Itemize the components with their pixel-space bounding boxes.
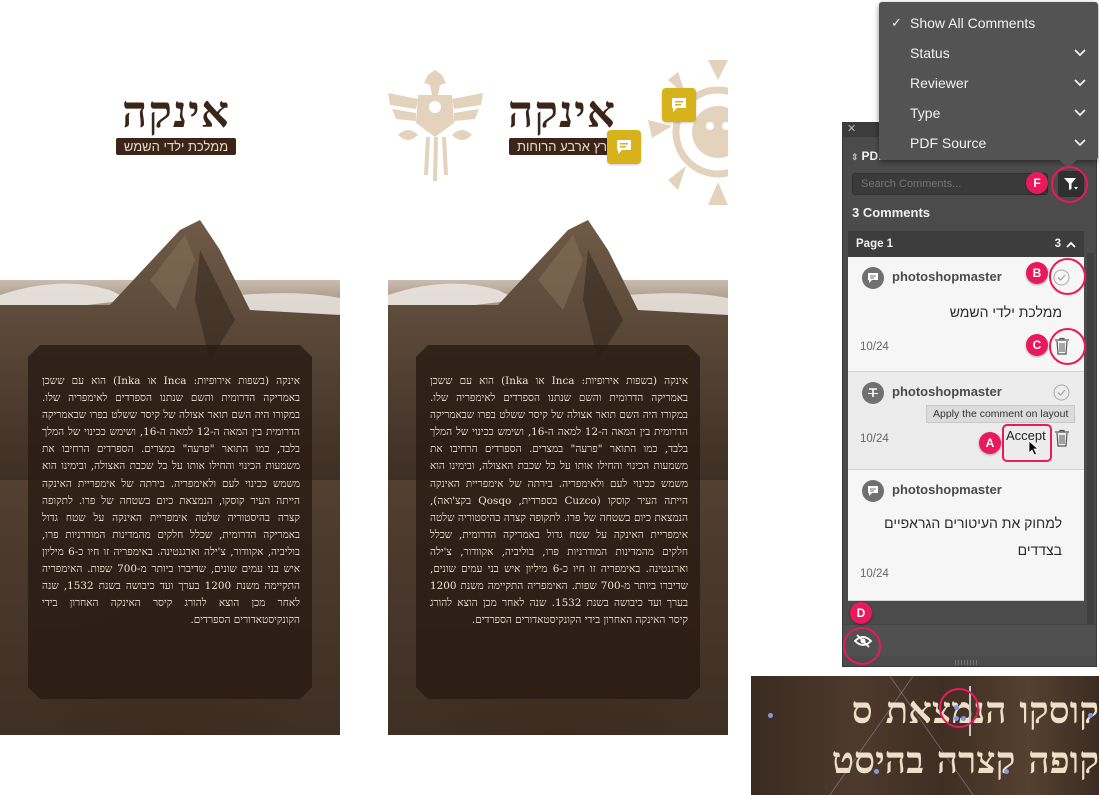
menu-item-label: PDF Source: [910, 135, 987, 151]
comment-author: photoshopmaster: [892, 384, 1002, 399]
callout-c: C: [1026, 334, 1048, 356]
comment-item[interactable]: photoshopmaster למחוק את העיטורים הגראפי…: [848, 470, 1084, 601]
menu-item-label: Status: [910, 45, 950, 61]
note-comment-icon: [862, 480, 884, 502]
accept-tooltip: Apply the comment on layout: [926, 405, 1076, 423]
menu-item-label: Show All Comments: [910, 15, 1036, 31]
menu-item-label: Reviewer: [910, 75, 969, 91]
close-icon[interactable]: ✕: [847, 122, 856, 135]
tab-pdf-comments[interactable]: ⇕ PDI: [851, 149, 882, 163]
page-comment-count: 3: [1054, 238, 1061, 250]
document-page-original: אינקה ממלכת ילדי השמש אינקה (בשפות אירופ…: [0, 60, 340, 735]
space-marker: [1004, 769, 1009, 774]
logo-subtitle: ממלכת ילדי השמש: [115, 138, 237, 156]
pdf-comments-panel: ✕ ⇕PDI 3 Comments Page 1 3: [842, 122, 1097, 667]
text-edit-comment-icon: [862, 382, 884, 404]
comment-pin[interactable]: [607, 130, 641, 164]
logo-title: אינקה: [122, 87, 230, 138]
highlight-ring-space: [939, 688, 979, 728]
chevron-down-icon: [1074, 79, 1086, 87]
callout-a: A: [979, 432, 1001, 454]
space-marker: [768, 713, 773, 718]
highlight-ring-delete: [1049, 328, 1086, 365]
resolve-check-icon[interactable]: [1053, 384, 1070, 401]
expand-collapse-icon: ⇕: [851, 152, 859, 162]
comment-icon: [672, 98, 686, 112]
callout-b: B: [1026, 262, 1048, 284]
body-text: אינקה (בשפות אירופיות: Inca או Inka) הוא…: [42, 375, 301, 627]
chevron-down-icon: [1074, 139, 1086, 147]
chevron-down-icon: [1074, 49, 1086, 57]
text-frame: אינקה (בשפות אירופיות: Inca או Inka) הוא…: [416, 345, 700, 699]
filter-menu: ✓ Show All Comments Status Reviewer Type…: [879, 2, 1098, 169]
panel-scrollbar[interactable]: [1087, 253, 1094, 633]
note-comment-icon: [862, 267, 884, 289]
menu-item-reviewer[interactable]: Reviewer: [879, 70, 1098, 96]
highlight-rect-accept: [1002, 424, 1052, 462]
comment-date: 10/24: [860, 433, 889, 445]
panel-footer: [843, 624, 1096, 656]
comment-date: 10/24: [860, 568, 889, 580]
comment-date: 10/24: [860, 341, 889, 353]
comment-author: photoshopmaster: [892, 482, 1002, 497]
comment-text: למחוק את העיטורים הגראפיים בצדדים: [884, 515, 1062, 558]
menu-item-type[interactable]: Type: [879, 100, 1098, 126]
resize-grip[interactable]: [955, 660, 979, 665]
highlight-ring-filter: [1051, 166, 1088, 203]
inset-text-line: קופה קצרה בהיסט: [831, 738, 1099, 782]
text-frame: אינקה (בשפות אירופיות: Inca או Inka) הוא…: [28, 345, 312, 699]
menu-item-show-all-comments[interactable]: ✓ Show All Comments: [879, 10, 1098, 36]
space-marker: [874, 769, 879, 774]
logo: אינקה ממלכת ילדי השמש: [6, 87, 340, 156]
logo-subtitle: רץ ארבע הרוחות: [509, 138, 615, 156]
menu-item-status[interactable]: Status: [879, 40, 1098, 66]
document-page-commented: אינקה רץ ארבע הרוחות אינקה (בשפות אירופי…: [388, 60, 728, 735]
search-comments-input[interactable]: [852, 173, 1048, 195]
comment-count: 3 Comments: [852, 205, 931, 220]
callout-d: D: [850, 602, 872, 624]
space-marker: [1088, 713, 1093, 718]
page-group-header[interactable]: Page 1 3: [848, 231, 1084, 257]
menu-item-pdf-source[interactable]: PDF Source: [879, 130, 1098, 156]
menu-item-label: Type: [910, 105, 941, 121]
chevron-down-icon: [1074, 109, 1086, 117]
body-text: אינקה (בשפות אירופיות: Inca או Inka) הוא…: [430, 375, 689, 627]
inset-text-line: קוסקו הנמצאת ס: [851, 688, 1099, 732]
page-label: Page 1: [856, 238, 894, 250]
callout-f: F: [1026, 172, 1048, 194]
comment-pin[interactable]: [662, 88, 696, 122]
comment-icon: [617, 140, 631, 154]
trash-icon[interactable]: [1054, 429, 1070, 447]
highlight-ring-hide: [843, 627, 881, 665]
comment-author: photoshopmaster: [892, 269, 1002, 284]
comment-text: ממלכת ילדי השמש: [949, 304, 1062, 320]
highlight-ring-resolve: [1049, 258, 1086, 295]
zoom-inset: קוסקו הנמצאת ס קופה קצרה בהיסט: [751, 676, 1099, 795]
chevron-up-icon[interactable]: [1066, 241, 1076, 248]
checkmark-icon: ✓: [891, 15, 902, 30]
